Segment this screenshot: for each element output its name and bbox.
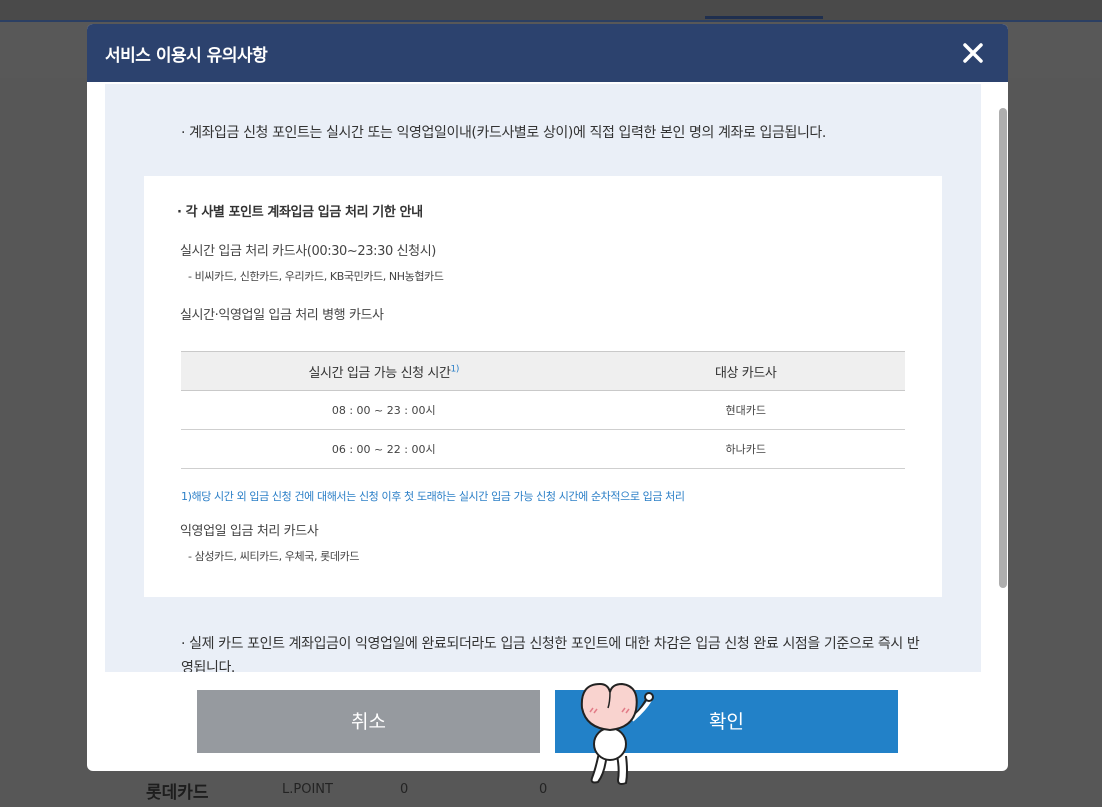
table-header-card: 대상 카드사 [586, 351, 905, 391]
scrollbar-thumb[interactable] [999, 108, 1007, 588]
close-icon[interactable] [960, 40, 986, 66]
background-point-name: L.POINT [282, 782, 333, 797]
background-value-2: 0 [539, 782, 548, 797]
realtime-cards: - 비씨카드, 신한카드, 우리카드, KB국민카드, NH농협카드 [188, 270, 444, 283]
background-active-tab-indicator [705, 16, 823, 19]
deposit-time-table: 실시간 입금 가능 신청 시간1) 대상 카드사 08 : 00 ~ 23 : … [181, 351, 905, 469]
table-cell-time: 08 : 00 ~ 23 : 00시 [181, 390, 587, 430]
realtime-title: 실시간 입금 처리 카드사(00:30~23:30 신청시) [180, 244, 436, 259]
background-card-name: 롯데카드 [146, 783, 209, 803]
table-header-row: 실시간 입금 가능 신청 시간1) 대상 카드사 [181, 351, 905, 391]
note-bottom: · 실제 카드 포인트 계좌입금이 익영업일에 완료되더라도 입금 신청한 포인… [181, 636, 920, 672]
table-row: 06 : 00 ~ 22 : 00시 하나카드 [181, 429, 905, 469]
table-cell-time: 06 : 00 ~ 22 : 00시 [181, 429, 587, 469]
table-row: 08 : 00 ~ 23 : 00시 현대카드 [181, 390, 905, 430]
offday-cards: - 삼성카드, 씨티카드, 우체국, 롯데카드 [188, 550, 360, 563]
table-header-time: 실시간 입금 가능 신청 시간1) [181, 351, 587, 391]
deposit-deadline-box: · 각 사별 포인트 계좌입금 입금 처리 기한 안내 실시간 입금 처리 카드… [144, 176, 942, 597]
table-footnote: 1)해당 시간 외 입금 신청 건에 대해서는 신청 이후 첫 도래하는 실시간… [181, 490, 685, 503]
peach-mascot-icon [580, 682, 654, 785]
table-cell-card: 현대카드 [586, 390, 905, 430]
background-topbar [0, 0, 1102, 20]
parallel-title: 실시간·익영업일 입금 처리 병행 카드사 [180, 308, 384, 323]
footnote-marker: 1) [450, 364, 460, 375]
box-heading: · 각 사별 포인트 계좌입금 입금 처리 기한 안내 [177, 205, 423, 220]
note-top: · 계좌입금 신청 포인트는 실시간 또는 익영업일이내(카드사별로 상이)에 … [181, 125, 826, 141]
modal-title: 서비스 이용시 유의사항 [105, 46, 268, 66]
modal-header: 서비스 이용시 유의사항 [87, 24, 1008, 82]
table-cell-card: 하나카드 [586, 429, 905, 469]
cancel-button[interactable]: 취소 [197, 690, 540, 753]
background-value-1: 0 [400, 782, 409, 797]
notice-modal: 서비스 이용시 유의사항 · 계좌입금 신청 포인트는 실시간 또는 익영업일이… [87, 24, 1008, 771]
offday-title: 익영업일 입금 처리 카드사 [180, 524, 319, 539]
modal-scroll-content[interactable]: · 계좌입금 신청 포인트는 실시간 또는 익영업일이내(카드사별로 상이)에 … [105, 84, 981, 672]
table-header-time-label: 실시간 입금 가능 신청 시간 [308, 365, 451, 381]
